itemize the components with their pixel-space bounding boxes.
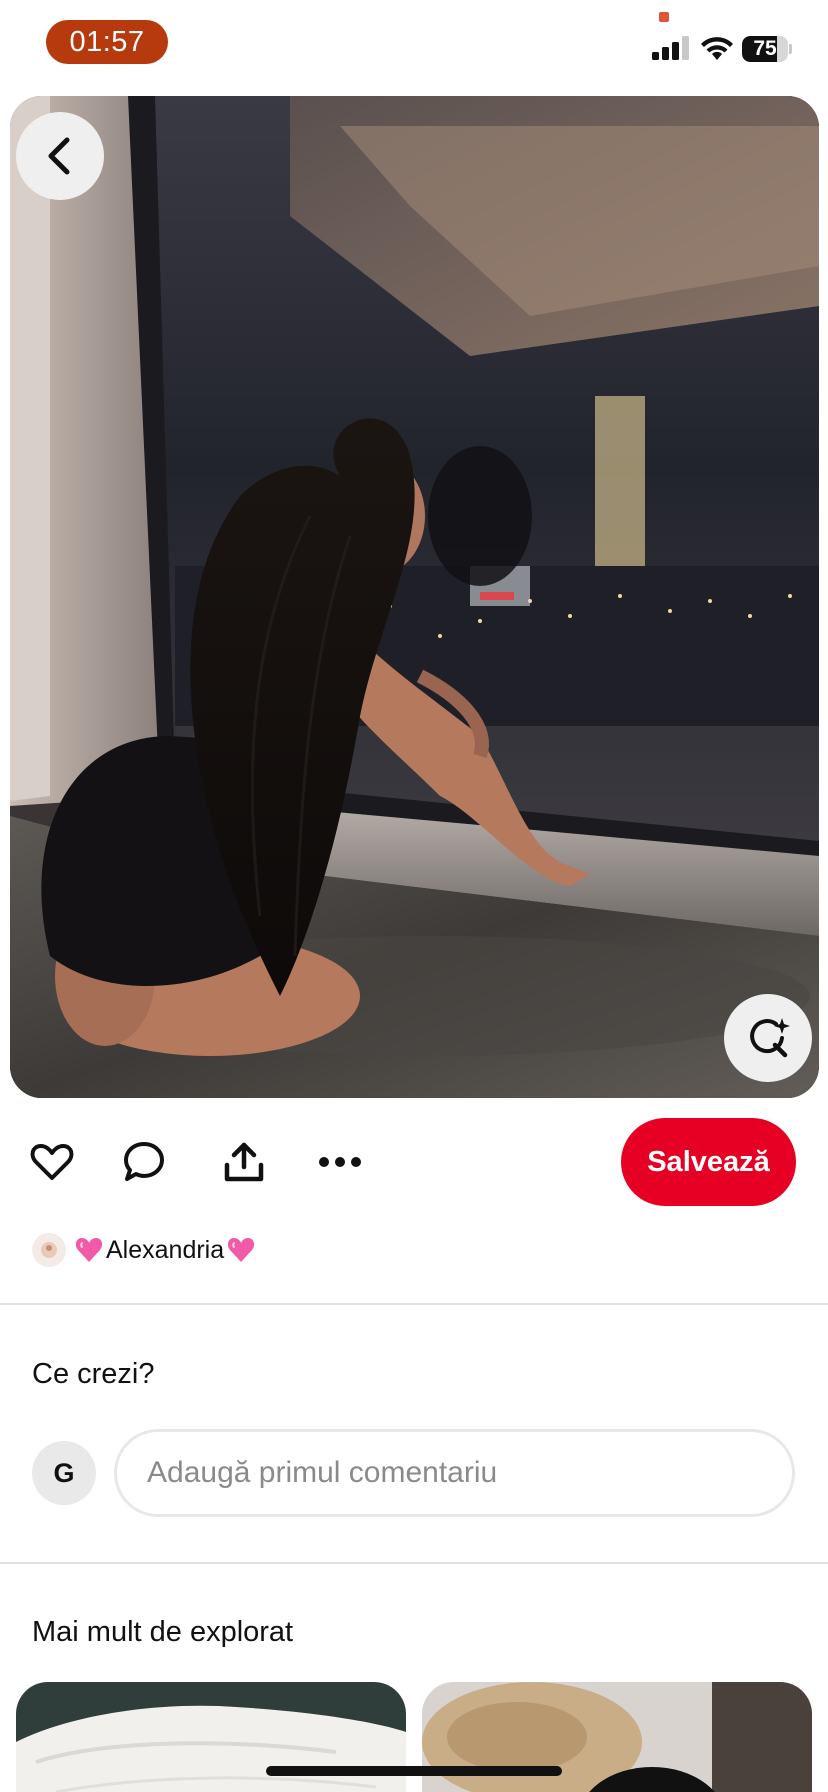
share-button[interactable] bbox=[216, 1134, 272, 1190]
back-button[interactable] bbox=[16, 112, 104, 200]
creator-name-text: Alexandria bbox=[106, 1235, 225, 1264]
lens-sparkle-icon bbox=[750, 1018, 790, 1058]
speech-bubble-icon bbox=[124, 1142, 164, 1181]
wifi-icon bbox=[701, 37, 733, 60]
home-indicator[interactable] bbox=[266, 1766, 562, 1776]
avatar-image bbox=[41, 1242, 57, 1258]
cellular-signal-icon bbox=[652, 36, 689, 60]
creator-avatar[interactable] bbox=[32, 1233, 66, 1267]
divider bbox=[0, 1303, 828, 1305]
comment-input[interactable] bbox=[114, 1429, 795, 1517]
save-button[interactable]: Salvează bbox=[621, 1118, 796, 1206]
comments-title: Ce crezi? bbox=[32, 1358, 155, 1390]
pink-heart-icon bbox=[228, 1238, 255, 1262]
battery-level: 75 bbox=[753, 37, 777, 60]
pin-action-bar: Salvează bbox=[0, 1118, 828, 1208]
divider bbox=[0, 1562, 828, 1564]
creator-row[interactable]: Alexandria bbox=[32, 1228, 258, 1272]
creator-name[interactable]: Alexandria bbox=[72, 1235, 258, 1265]
status-bar: 01:57 75 bbox=[0, 0, 828, 92]
comment-button[interactable] bbox=[116, 1134, 172, 1190]
pin-photo bbox=[10, 96, 819, 1098]
explore-title: Mai mult de explorat bbox=[32, 1616, 294, 1648]
pin-image[interactable] bbox=[10, 96, 819, 1098]
heart-icon bbox=[30, 1144, 74, 1180]
user-avatar[interactable]: G bbox=[32, 1441, 96, 1505]
visual-search-button[interactable] bbox=[724, 994, 812, 1082]
chevron-left-icon bbox=[48, 137, 70, 175]
more-options-button[interactable] bbox=[312, 1134, 368, 1190]
status-time: 01:57 bbox=[46, 20, 168, 64]
pink-heart-icon bbox=[75, 1238, 103, 1262]
battery-icon: 75 bbox=[742, 36, 792, 62]
like-button[interactable] bbox=[24, 1134, 80, 1190]
share-upload-icon bbox=[224, 1142, 264, 1182]
ellipsis-icon bbox=[319, 1157, 361, 1167]
recording-indicator bbox=[659, 12, 669, 22]
